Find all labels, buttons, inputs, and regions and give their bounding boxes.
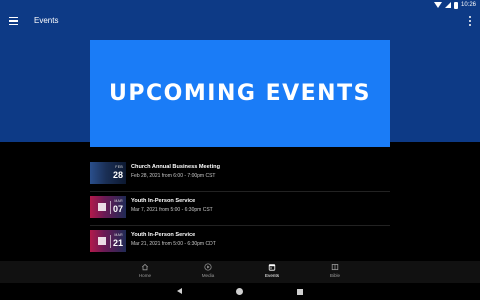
- book-icon: [331, 264, 339, 271]
- nav-bible[interactable]: Bible: [315, 263, 355, 282]
- event-date: Feb 28, 2021 from 6:00 - 7:00pm CST: [131, 173, 216, 179]
- status-time: 10:26: [460, 2, 476, 8]
- battery-icon: [453, 1, 458, 9]
- event-date: Mar 21, 2021 from 5:00 - 6:30pm CDT: [131, 241, 216, 247]
- menu-icon[interactable]: [9, 17, 18, 25]
- play-circle-icon: [204, 263, 212, 271]
- home-circle-icon[interactable]: [236, 288, 243, 295]
- event-item[interactable]: MAR 21 Youth In-Person Service Mar 21, 2…: [90, 226, 390, 260]
- app-screen: 10:26 Events UPCOMING EVENTS FEB 28 Chur…: [0, 0, 480, 300]
- home-icon: [141, 263, 149, 271]
- wifi-icon: [433, 2, 442, 8]
- event-thumbnail: MAR 21: [90, 230, 126, 252]
- page-title: Events: [34, 16, 59, 25]
- thumb-divider: [110, 201, 111, 214]
- event-list: FEB 28 Church Annual Business Meeting Fe…: [90, 158, 390, 260]
- youth-logo-icon: [98, 237, 106, 245]
- status-icons: 10:26: [433, 1, 476, 9]
- event-thumbnail: MAR 07: [90, 196, 126, 218]
- signal-icon: [444, 2, 451, 8]
- thumb-month: MAR: [114, 199, 123, 203]
- event-item[interactable]: MAR 07 Youth In-Person Service Mar 7, 20…: [90, 192, 390, 226]
- thumb-day: 07: [112, 204, 123, 214]
- event-title: Church Annual Business Meeting: [131, 164, 220, 170]
- event-title: Youth In-Person Service: [131, 232, 196, 238]
- recents-icon[interactable]: [297, 288, 303, 295]
- nav-label: Media: [201, 273, 215, 278]
- thumb-day: 21: [112, 238, 123, 248]
- thumb-divider: [110, 235, 111, 248]
- system-navigation-bar: [0, 283, 480, 300]
- more-vert-icon[interactable]: [468, 16, 472, 26]
- calendar-icon: [268, 264, 276, 271]
- event-date: Mar 7, 2021 from 5:00 - 6:30pm CST: [131, 207, 213, 213]
- nav-label: Home: [138, 273, 152, 278]
- nav-media[interactable]: Media: [188, 263, 228, 282]
- nav-home[interactable]: Home: [125, 263, 165, 282]
- youth-logo-icon: [98, 203, 106, 211]
- thumb-day: 28: [112, 170, 123, 180]
- status-bar: 10:26: [0, 0, 480, 10]
- thumb-month: MAR: [114, 233, 123, 237]
- event-item[interactable]: FEB 28 Church Annual Business Meeting Fe…: [90, 158, 390, 192]
- upcoming-events-banner: UPCOMING EVENTS: [90, 40, 390, 147]
- app-bar: Events: [0, 10, 480, 32]
- bottom-navigation: Home Media Events Bible: [0, 261, 480, 283]
- nav-events[interactable]: Events: [252, 263, 292, 282]
- event-title: Youth In-Person Service: [131, 198, 196, 204]
- banner-text: UPCOMING EVENTS: [109, 81, 371, 106]
- back-icon[interactable]: [177, 288, 182, 294]
- nav-label: Events: [264, 273, 280, 278]
- thumb-month: FEB: [115, 165, 123, 169]
- event-thumbnail: FEB 28: [90, 162, 126, 184]
- nav-label: Bible: [329, 273, 341, 278]
